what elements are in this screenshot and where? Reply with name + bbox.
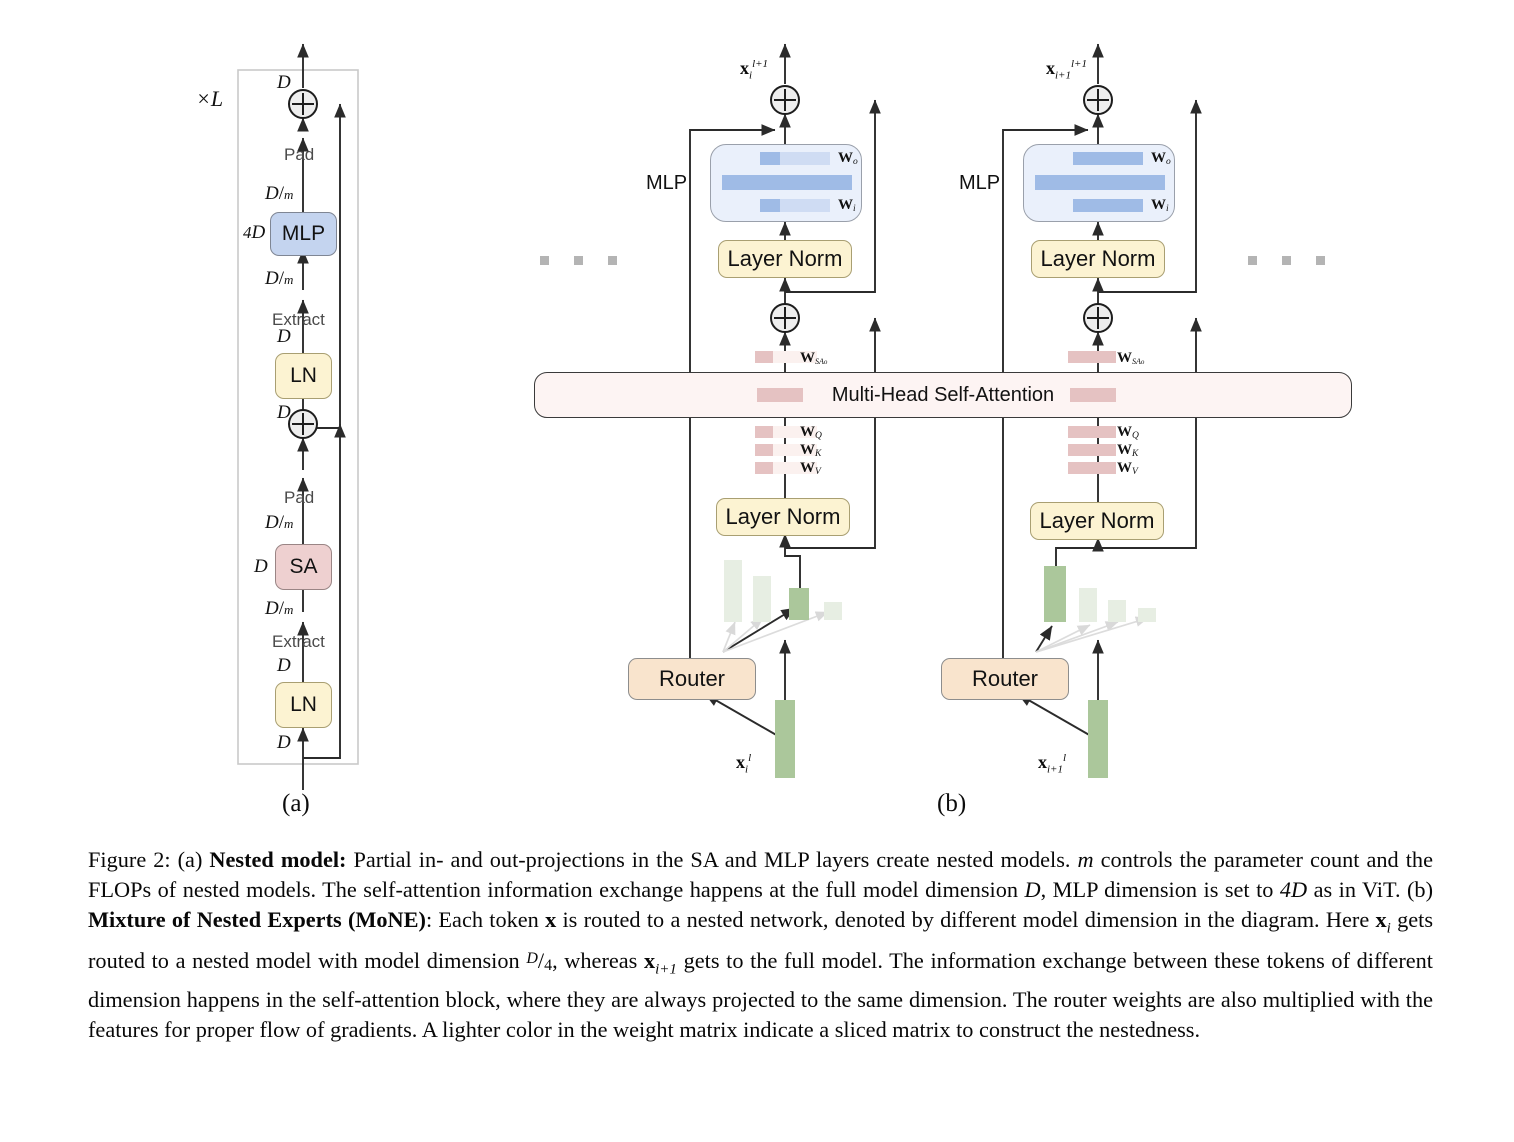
weight-label-wk-right: WK <box>1117 442 1139 459</box>
caption-var-xi: x <box>1375 907 1387 933</box>
weight-bar-wo-right <box>1073 152 1143 165</box>
caption-seg8: , MLP dimension is set to <box>1040 877 1280 903</box>
token-label-x-i-l: xil <box>736 752 752 776</box>
block-ln-mlp[interactable]: LN <box>275 353 332 399</box>
weight-label-wsa-left: WSAo <box>800 350 828 366</box>
dim-dm-mlp-out: D/m <box>265 183 294 204</box>
weight-label-wo-left: Wo <box>838 150 858 167</box>
router-left[interactable]: Router <box>628 658 756 700</box>
weight-label-wv-left: WV <box>800 460 821 477</box>
caption-figure-number: Figure 2: <box>88 847 171 872</box>
op-pad-mlp: Pad <box>284 145 315 164</box>
dim-4d-mlp: 4D <box>243 222 266 243</box>
weight-bar-hidden-left <box>722 175 852 190</box>
token-label-x-i1-l: xi+1l <box>1038 752 1067 776</box>
caption-seg2: (a) <box>170 847 210 872</box>
dim-d-bottom: D <box>277 732 291 753</box>
weight-label-wk-left: WK <box>800 442 822 459</box>
weight-bar-wv-right <box>1068 462 1116 474</box>
dim-d-top: D <box>277 72 291 93</box>
block-sa[interactable]: SA <box>275 544 332 590</box>
ellipsis-square-right-3 <box>1316 256 1325 265</box>
panel-a-caption: (a) <box>282 790 310 817</box>
caption-nested-model-bold: Nested model: <box>209 847 347 872</box>
caption-frac-d-over-4: D/4 <box>526 948 553 975</box>
caption-seg18: , whereas <box>552 948 644 974</box>
ellipsis-square-left-2 <box>574 256 583 265</box>
router-bar-right-2 <box>1079 588 1097 622</box>
caption-seg10: as in ViT. (b) <box>1307 877 1433 903</box>
layer-norm-mlp-right[interactable]: Layer Norm <box>1031 240 1165 278</box>
router-bar-right-selected <box>1044 566 1066 622</box>
layer-norm-sa-right[interactable]: Layer Norm <box>1030 502 1164 540</box>
caption-frac-den: 4 <box>544 957 553 975</box>
dim-dm-sa-out: D/m <box>265 512 294 533</box>
panel-b-caption: (b) <box>937 790 967 817</box>
dim-d-sa-side: D <box>254 556 268 577</box>
caption-var-m: m <box>1077 847 1094 872</box>
ellipsis-square-left-3 <box>608 256 617 265</box>
weight-bar-wi-left <box>760 199 830 212</box>
weight-bar-wq-right <box>1068 426 1116 438</box>
router-bar-left-2 <box>753 576 771 622</box>
caption-seg12: : Each token <box>425 907 546 933</box>
caption-mone-bold: Mixture of Nested Experts (MoNE) <box>88 907 426 933</box>
weight-bar-wsa-right <box>1068 351 1116 363</box>
router-bar-left-selected <box>789 588 809 620</box>
dim-d-ln1-out: D <box>277 655 291 676</box>
token-label-x-i-l-plus-1: xil+1 <box>740 58 769 82</box>
caption-seg14: is routed to a nested network, denoted b… <box>556 907 1376 933</box>
caption-var-x: x <box>545 907 557 933</box>
input-token-bar-left <box>775 700 795 778</box>
ellipsis-square-left-1 <box>540 256 549 265</box>
weight-label-wv-right: WV <box>1117 460 1138 477</box>
attention-weight-bar-right <box>1070 388 1116 402</box>
token-label-x-i1-l-plus-1: xi+1l+1 <box>1046 58 1087 82</box>
router-bar-right-3 <box>1108 600 1126 622</box>
weight-bar-wi-right <box>1073 199 1143 212</box>
ellipsis-square-right-2 <box>1282 256 1291 265</box>
multi-head-self-attention[interactable]: Multi-Head Self-Attention <box>534 372 1352 418</box>
layer-norm-sa-left[interactable]: Layer Norm <box>716 498 850 536</box>
caption-var-4d: 4D <box>1279 877 1308 903</box>
op-pad-sa: Pad <box>284 488 315 507</box>
dim-dm-mlp-in: D/m <box>265 268 294 289</box>
repeat-layers-label: ×L <box>196 86 224 111</box>
weight-label-wo-right: Wo <box>1151 150 1171 167</box>
block-mlp[interactable]: MLP <box>270 212 337 256</box>
weight-label-wi-right: Wi <box>1151 197 1169 214</box>
attention-weight-bar-left <box>757 388 803 402</box>
dim-d-ln2-out: D <box>277 326 291 347</box>
input-token-bar-right <box>1088 700 1108 778</box>
figure-2: ×L LN SA LN MLP Extract Pad Extract Pad … <box>0 0 1514 1142</box>
caption-var-d: D <box>1024 877 1041 903</box>
weight-label-wsa-right: WSAo <box>1117 350 1145 366</box>
caption-seg4: Partial in- and out-projections in the S… <box>346 847 1078 872</box>
ellipsis-square-right-1 <box>1248 256 1257 265</box>
caption-var-xi1-sub: i+1 <box>655 961 677 978</box>
weight-label-wq-right: WQ <box>1117 424 1139 441</box>
weight-label-wq-left: WQ <box>800 424 822 441</box>
dim-dm-sa-in: D/m <box>265 598 294 619</box>
block-ln-sa[interactable]: LN <box>275 682 332 728</box>
router-right[interactable]: Router <box>941 658 1069 700</box>
figure-caption: Figure 2: (a) Nested model: Partial in- … <box>88 845 1433 1045</box>
router-bar-left-1 <box>724 560 742 622</box>
caption-frac-num: D <box>526 950 538 968</box>
dim-d-plus1: D <box>277 402 291 423</box>
weight-bar-wk-right <box>1068 444 1116 456</box>
weight-label-wi-left: Wi <box>838 197 856 214</box>
weight-bar-wo-left <box>760 152 830 165</box>
router-bar-right-4 <box>1138 608 1156 622</box>
caption-var-xi1: x <box>643 948 656 974</box>
mlp-group-label-left: MLP <box>646 172 688 194</box>
weight-bar-hidden-right <box>1035 175 1165 190</box>
router-bar-left-4 <box>824 602 842 620</box>
op-extract-sa: Extract <box>272 632 325 651</box>
layer-norm-mlp-left[interactable]: Layer Norm <box>718 240 852 278</box>
mlp-group-label-right: MLP <box>959 172 1001 194</box>
